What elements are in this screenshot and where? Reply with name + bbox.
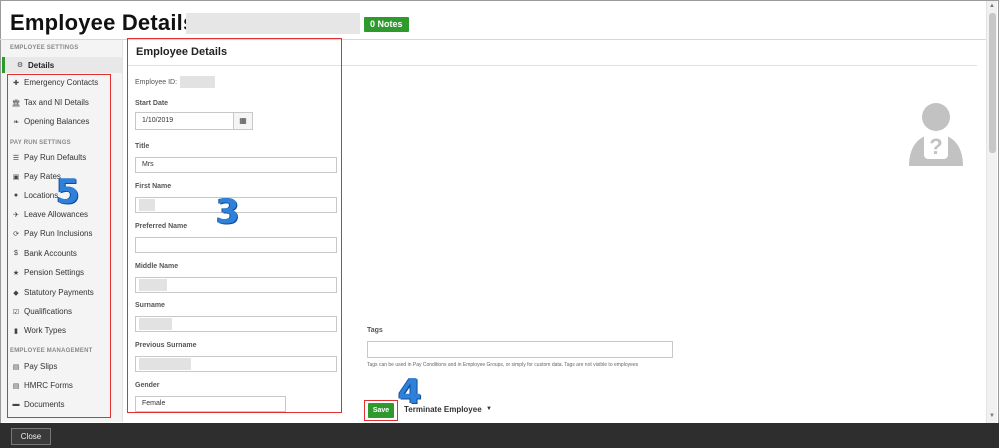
- preferred-name-input[interactable]: [135, 237, 337, 253]
- sidebar-heading-pay-run-settings: PAY RUN SETTINGS: [10, 140, 71, 146]
- tags-label: Tags: [367, 327, 383, 334]
- form-title: Employee Details: [136, 46, 228, 58]
- footer-bar: [0, 423, 999, 448]
- sidebar-item-tax-ni[interactable]: 🏛 Tax and NI Details: [11, 98, 89, 107]
- file-icon: ▤: [12, 382, 20, 390]
- sidebar-item-qualifications[interactable]: ☑ Qualifications: [11, 307, 72, 316]
- annotation-number-5: 5: [56, 172, 80, 212]
- sidebar-item-pay-slips[interactable]: ▤ Pay Slips: [11, 362, 58, 371]
- dollar-icon: $: [14, 250, 18, 257]
- terminate-employee-button[interactable]: Terminate Employee: [404, 405, 482, 414]
- sidebar-item-hmrc-forms[interactable]: ▤ HMRC Forms: [11, 381, 73, 390]
- title-input[interactable]: Mrs: [135, 157, 337, 173]
- redacted-employee-name: [186, 13, 360, 34]
- sidebar-item-emergency-contacts[interactable]: ✚ Emergency Contacts: [11, 78, 98, 87]
- start-date-label: Start Date: [135, 100, 169, 107]
- book-icon: ▮: [14, 327, 18, 335]
- avatar-placeholder-icon: ?: [909, 103, 963, 166]
- plus-icon: ✚: [13, 79, 19, 87]
- preferred-name-label: Preferred Name: [135, 223, 188, 230]
- redacted-employee-id: [180, 76, 215, 88]
- scroll-down-icon[interactable]: ▼: [989, 413, 995, 419]
- redacted-first-name: [139, 199, 155, 211]
- sidebar-item-locations[interactable]: ● Locations: [11, 191, 58, 200]
- money-icon: ▣: [12, 173, 20, 181]
- calendar-button[interactable]: ▦: [233, 112, 253, 130]
- scroll-up-icon[interactable]: ▲: [989, 3, 995, 9]
- globe-icon: ●: [13, 192, 19, 199]
- checkbox-icon: ☑: [12, 308, 20, 316]
- sidebar-item-pay-rates[interactable]: ▣ Pay Rates: [11, 172, 61, 181]
- vertical-scrollbar[interactable]: ▲ ▼: [986, 1, 997, 423]
- leaf-icon: ❧: [13, 118, 19, 126]
- gender-select[interactable]: Female: [135, 396, 286, 412]
- first-name-label: First Name: [135, 183, 172, 190]
- svg-text:?: ?: [929, 134, 942, 159]
- notes-button[interactable]: 0 Notes: [364, 17, 409, 32]
- tag-icon: ◆: [13, 289, 19, 297]
- save-button[interactable]: Save: [368, 403, 394, 418]
- sidebar-heading-employee-settings: EMPLOYEE SETTINGS: [10, 45, 79, 51]
- file-icon: ▤: [12, 363, 20, 371]
- surname-label: Surname: [135, 302, 165, 309]
- form-divider: [128, 65, 977, 66]
- previous-surname-label: Previous Surname: [135, 342, 197, 349]
- sidebar-item-statutory-payments[interactable]: ◆ Statutory Payments: [11, 288, 94, 297]
- close-button[interactable]: Close: [11, 428, 51, 445]
- redacted-middle-name: [139, 279, 167, 291]
- bank-icon: 🏛: [11, 99, 21, 107]
- sidebar-item-pension-settings[interactable]: ★ Pension Settings: [11, 268, 84, 277]
- middle-name-label: Middle Name: [135, 263, 179, 270]
- refresh-icon: ⟳: [13, 230, 19, 238]
- calendar-icon: ▦: [239, 116, 247, 125]
- gear-icon: ⚙: [16, 62, 24, 69]
- sidebar-item-work-types[interactable]: ▮ Work Types: [11, 326, 66, 335]
- gender-label: Gender: [135, 382, 160, 389]
- folder-icon: ▬: [12, 401, 20, 408]
- title-label: Title: [135, 143, 150, 150]
- redacted-previous-surname: [139, 358, 191, 370]
- sidebar-item-pay-run-inclusions[interactable]: ⟳ Pay Run Inclusions: [11, 229, 92, 238]
- employee-id-label: Employee ID:: [135, 79, 178, 86]
- redacted-surname: [139, 318, 172, 330]
- annotation-number-3: 3: [216, 192, 240, 232]
- sidebar-item-pay-run-defaults[interactable]: ☰ Pay Run Defaults: [11, 153, 86, 162]
- sidebar-item-bank-accounts[interactable]: $ Bank Accounts: [11, 249, 77, 258]
- chevron-down-icon[interactable]: ▼: [486, 406, 492, 412]
- list-icon: ☰: [12, 154, 20, 162]
- start-date-input[interactable]: 1/10/2019: [135, 112, 234, 130]
- header-divider: [0, 39, 986, 40]
- sidebar: EMPLOYEE SETTINGS ⚙ Details ✚ Emergency …: [1, 40, 123, 422]
- sidebar-item-opening-balances[interactable]: ❧ Opening Balances: [11, 117, 89, 126]
- sidebar-heading-employee-management: EMPLOYEE MANAGEMENT: [10, 348, 93, 354]
- sidebar-item-details[interactable]: ⚙ Details: [2, 57, 122, 73]
- star-icon: ★: [12, 269, 20, 277]
- tags-help-text: Tags can be used in Pay Conditions and i…: [367, 362, 639, 368]
- sidebar-item-documents[interactable]: ▬ Documents: [11, 400, 65, 409]
- scrollbar-thumb[interactable]: [989, 13, 996, 153]
- tags-input[interactable]: [367, 341, 673, 358]
- plane-icon: ✈: [13, 211, 19, 219]
